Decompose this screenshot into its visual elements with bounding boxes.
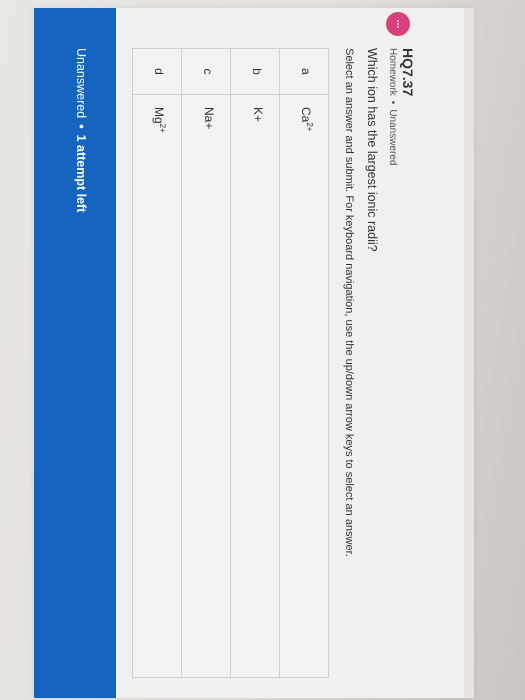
more-options-icon[interactable]: ... bbox=[386, 12, 410, 36]
submission-status-bar: Unanswered • 1 attempt left bbox=[34, 8, 116, 698]
option-label: Ca2+ bbox=[299, 107, 314, 132]
option-letter: d bbox=[133, 49, 181, 95]
question-title: HQ7.37 bbox=[400, 48, 416, 97]
submission-status: Unanswered • 1 attempt left bbox=[74, 48, 88, 212]
option-letter: b bbox=[231, 49, 279, 95]
answer-status: Unanswered bbox=[387, 109, 398, 166]
assignment-category: Homework bbox=[387, 48, 398, 96]
option-label: Na+ bbox=[202, 107, 216, 130]
option-letter: c bbox=[182, 49, 230, 95]
option-label: K+ bbox=[251, 107, 265, 123]
option-b[interactable]: b K+ bbox=[231, 48, 280, 678]
question-text: Which ion has the largest ionic radii? bbox=[365, 48, 379, 252]
footer-separator: • bbox=[74, 124, 88, 129]
option-letter: a bbox=[280, 49, 328, 95]
attempts-left: 1 attempt left bbox=[74, 134, 88, 213]
question-page: ... HQ7.37 Homework • Unanswered Which ion… bbox=[34, 8, 474, 698]
instruction-text: Select an answer and submit. For keyboar… bbox=[343, 48, 355, 557]
question-meta: Homework • Unanswered bbox=[387, 48, 398, 165]
option-label: Mg2+ bbox=[152, 107, 167, 133]
option-c[interactable]: c Na+ bbox=[182, 48, 231, 678]
answer-options: a Ca2+ b K+ c Na+ d Mg2+ bbox=[132, 48, 329, 678]
footer-status: Unanswered bbox=[74, 48, 88, 119]
meta-separator: • bbox=[387, 100, 398, 105]
option-d[interactable]: d Mg2+ bbox=[132, 48, 182, 678]
option-a[interactable]: a Ca2+ bbox=[280, 48, 329, 678]
top-strip bbox=[464, 8, 474, 698]
